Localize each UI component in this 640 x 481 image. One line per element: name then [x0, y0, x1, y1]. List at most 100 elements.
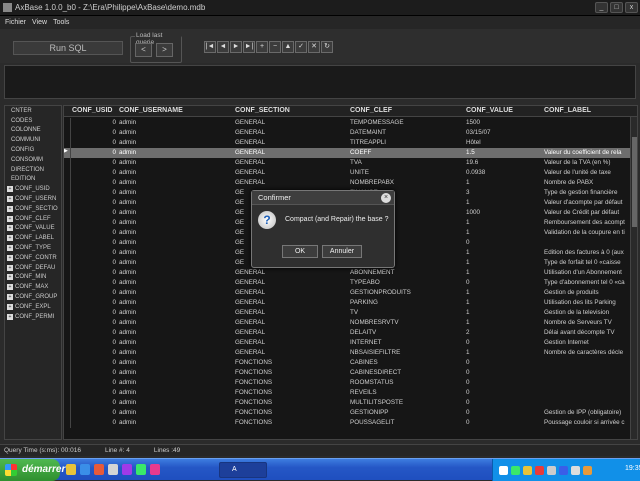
table-row[interactable]: 0 admin GENERAL DATEMAINT 03/15/07	[64, 128, 632, 138]
table-cell[interactable]: Gestion de produits	[544, 289, 634, 296]
run-sql-button[interactable]: Run SQL	[13, 41, 123, 55]
field-tree-item[interactable]: + CONF_PERMI	[5, 312, 61, 322]
row-indicator[interactable]	[64, 208, 71, 218]
table-cell[interactable]: 1	[466, 179, 540, 186]
table-item[interactable]: DIRECTION	[5, 165, 61, 175]
table-cell[interactable]: GENERAL	[235, 119, 347, 126]
table-row[interactable]: 0 admin GENERAL INTERNET 0 Gestion Internet	[64, 338, 632, 348]
table-cell[interactable]: 1	[466, 309, 540, 316]
tray-icon[interactable]	[583, 465, 592, 475]
table-item[interactable]: CODES	[5, 116, 61, 126]
expand-icon[interactable]: +	[7, 196, 13, 203]
row-indicator[interactable]	[64, 168, 71, 178]
expand-icon[interactable]: +	[7, 254, 13, 261]
table-cell[interactable]: 2	[466, 329, 540, 336]
table-row[interactable]: ▶ 0 admin GENERAL COEFF 1.5 Valeur du coeffici…	[64, 148, 632, 158]
row-indicator[interactable]	[64, 288, 71, 298]
table-cell[interactable]: Gestion de IPP (obligatoire)	[544, 409, 634, 416]
table-cell[interactable]: MULTILITSPOSTE	[350, 399, 462, 406]
table-cell[interactable]: admin	[119, 309, 231, 316]
field-tree-item[interactable]: + CONF_CONTR	[5, 253, 61, 263]
table-cell[interactable]: DATEMAINT	[350, 129, 462, 136]
expand-icon[interactable]: +	[7, 274, 13, 281]
row-indicator[interactable]	[64, 318, 71, 328]
table-cell[interactable]: CABINESDIRECT	[350, 369, 462, 376]
insert-record-icon[interactable]: +	[256, 41, 268, 53]
table-cell[interactable]: admin	[119, 209, 231, 216]
table-cell[interactable]: 0	[466, 279, 540, 286]
table-item[interactable]: COLONNE	[5, 126, 61, 136]
table-cell[interactable]: admin	[119, 229, 231, 236]
table-cell[interactable]: admin	[119, 409, 231, 416]
expand-icon[interactable]: +	[7, 303, 13, 310]
table-row[interactable]: 0 admin FONCTIONS GESTIONIPP 0 Gestion de IPP…	[64, 408, 632, 418]
table-cell[interactable]: admin	[119, 179, 231, 186]
table-row[interactable]: 0 admin GENERAL TITREAPPLI Hôtel	[64, 138, 632, 148]
table-cell[interactable]: Validation de la coupure en ti	[544, 229, 634, 236]
table-cell[interactable]: 0	[72, 359, 116, 366]
table-cell[interactable]: 0	[72, 159, 116, 166]
table-cell[interactable]: 0	[72, 139, 116, 146]
table-cell[interactable]: 0	[72, 349, 116, 356]
table-cell[interactable]: 0	[72, 409, 116, 416]
table-item[interactable]: EDITION	[5, 175, 61, 185]
table-cell[interactable]: 1	[466, 269, 540, 276]
table-cell[interactable]: NBSAISIEFILTRE	[350, 349, 462, 356]
expand-icon[interactable]: +	[7, 215, 13, 222]
column-header[interactable]: CONF_SECTION	[235, 107, 290, 114]
field-tree-item[interactable]: + CONF_DEFAU	[5, 263, 61, 273]
table-cell[interactable]: 0	[72, 309, 116, 316]
field-tree-item[interactable]: + CONF_GROUP	[5, 292, 61, 302]
app-icon[interactable]	[136, 464, 146, 475]
table-cell[interactable]: CABINES	[350, 359, 462, 366]
refresh-icon[interactable]: ↻	[321, 41, 333, 53]
table-cell[interactable]: 0	[72, 239, 116, 246]
table-cell[interactable]: 0	[72, 279, 116, 286]
table-cell[interactable]: DELAITV	[350, 329, 462, 336]
table-cell[interactable]: TYPEABO	[350, 279, 462, 286]
field-tree-item[interactable]: + CONF_SECTIO	[5, 204, 61, 214]
table-cell[interactable]: 0	[72, 219, 116, 226]
table-row[interactable]: 0 admin GENERAL ABONNEMENT 1 Utilisation d'un…	[64, 268, 632, 278]
field-tree-item[interactable]: + CONF_CLEF	[5, 214, 61, 224]
next-record-icon[interactable]: ►	[230, 41, 242, 53]
table-row[interactable]: 0 admin FONCTIONS CABINES 0	[64, 358, 632, 368]
row-indicator[interactable]	[64, 338, 71, 348]
table-cell[interactable]: Valeur du coefficient de rela	[544, 149, 634, 156]
row-indicator[interactable]	[64, 418, 71, 428]
app-icon[interactable]	[150, 464, 160, 475]
field-tree-item[interactable]: + CONF_TYPE	[5, 243, 61, 253]
table-cell[interactable]: admin	[119, 269, 231, 276]
table-cell[interactable]: 0.0938	[466, 169, 540, 176]
table-cell[interactable]: 0	[466, 339, 540, 346]
table-cell[interactable]: Hôtel	[466, 139, 540, 146]
table-cell[interactable]: 1000	[466, 209, 540, 216]
table-cell[interactable]: 0	[72, 379, 116, 386]
expand-icon[interactable]: +	[7, 264, 13, 271]
table-cell[interactable]: Valeur de Crédit par défaut	[544, 209, 634, 216]
row-indicator[interactable]	[64, 248, 71, 258]
table-row[interactable]: 0 admin GENERAL DELAITV 2 Délai avant décompt…	[64, 328, 632, 338]
table-cell[interactable]: NOMBREPABX	[350, 179, 462, 186]
start-button[interactable]: démarrer	[0, 459, 65, 481]
table-cell[interactable]: admin	[119, 319, 231, 326]
table-cell[interactable]: Valeur de l'unité de taxe	[544, 169, 634, 176]
ok-button[interactable]: OK	[282, 245, 318, 258]
table-cell[interactable]: COEFF	[350, 149, 462, 156]
last-record-icon[interactable]: ►|	[243, 41, 255, 53]
table-cell[interactable]: FONCTIONS	[235, 419, 347, 426]
table-cell[interactable]: admin	[119, 349, 231, 356]
table-cell[interactable]: PARKING	[350, 299, 462, 306]
table-cell[interactable]: admin	[119, 379, 231, 386]
table-cell[interactable]: Edition des factures à 0 (aux	[544, 249, 634, 256]
table-cell[interactable]: 0	[72, 179, 116, 186]
column-header[interactable]: CONF_LABEL	[544, 107, 591, 114]
table-row[interactable]: 0 admin FONCTIONS POUSSAGELIT 0 Poussage coul…	[64, 418, 632, 428]
table-row[interactable]: 0 admin GENERAL NOMBREPABX 1 Nombre de PABX	[64, 178, 632, 188]
table-cell[interactable]: INTERNET	[350, 339, 462, 346]
table-cell[interactable]: admin	[119, 399, 231, 406]
table-cell[interactable]: 0	[72, 249, 116, 256]
row-indicator[interactable]	[64, 398, 71, 408]
table-cell[interactable]: Nombre de PABX	[544, 179, 634, 186]
delete-record-icon[interactable]: −	[269, 41, 281, 53]
